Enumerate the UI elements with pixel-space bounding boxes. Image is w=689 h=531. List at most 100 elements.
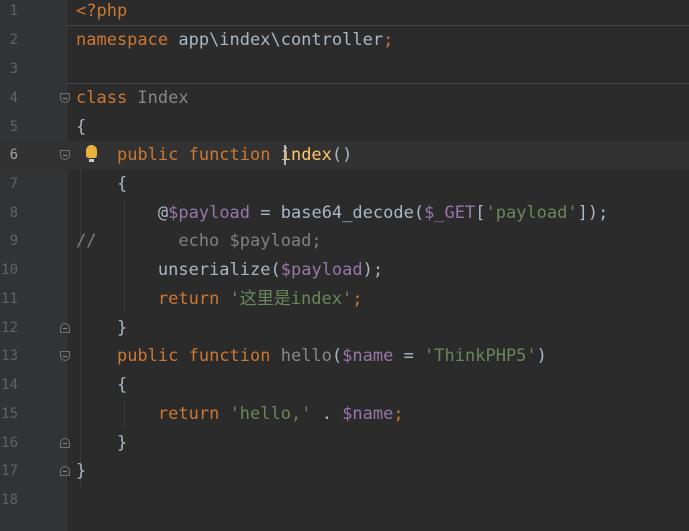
code-text[interactable]: } — [76, 429, 127, 458]
punctuation: ; — [352, 289, 363, 309]
code-line[interactable]: 17 } — [0, 457, 689, 486]
code-line[interactable]: 14 { — [0, 371, 689, 400]
variable: $name — [342, 404, 394, 424]
line-number: 16 — [1, 435, 18, 451]
code-line[interactable]: 2 namespace app\index\controller; — [0, 26, 689, 55]
code-line[interactable]: 5 { — [0, 113, 689, 142]
brace: } — [76, 461, 87, 481]
code-text[interactable]: public function hello($name = 'ThinkPHP5… — [76, 342, 547, 371]
variable: $payload — [280, 260, 363, 280]
brace: { — [116, 174, 128, 194]
keyword: return — [157, 404, 220, 424]
keyword: return — [157, 289, 220, 309]
code-text[interactable]: } — [76, 314, 127, 343]
line-number: 15 — [1, 406, 18, 422]
punctuation: ( — [331, 346, 343, 366]
line-number: 7 — [9, 176, 18, 192]
line-number: 1 — [9, 3, 18, 19]
operator: . — [311, 404, 343, 424]
line-number: 17 — [1, 463, 18, 479]
code-line[interactable]: 7 { — [0, 170, 689, 199]
fold-icon[interactable] — [60, 93, 70, 103]
line-number: 18 — [1, 492, 18, 508]
code-line[interactable]: 12 } — [0, 314, 689, 343]
line-number: 3 — [9, 61, 18, 77]
punctuation: ; — [383, 30, 394, 50]
code-line[interactable]: 13 public function hello($name = 'ThinkP… — [0, 342, 689, 371]
fold-icon[interactable] — [60, 351, 70, 361]
class-name: Index — [127, 88, 189, 108]
text-caret — [284, 145, 286, 165]
code-text[interactable]: // echo $payload; — [76, 227, 322, 256]
line-number: 11 — [1, 291, 18, 307]
code-text[interactable]: { — [76, 371, 127, 400]
variable: $payload — [168, 203, 251, 223]
code-line[interactable]: 10 unserialize($payload); — [0, 256, 689, 285]
code-line[interactable]: 3 — [0, 55, 689, 84]
php-open-tag: <?php — [76, 1, 128, 21]
code-line[interactable]: 18 — [0, 486, 689, 515]
fold-icon[interactable] — [60, 438, 70, 448]
punctuation: ( — [413, 203, 425, 223]
code-text[interactable]: { — [76, 113, 86, 142]
string-literal: '这里是index' — [229, 289, 353, 309]
namespace-path: app\index\controller — [168, 30, 384, 50]
code-text[interactable]: <?php — [76, 0, 127, 26]
line-number: 8 — [9, 205, 18, 221]
code-line[interactable]: 8 @$payload = base64_decode($_GET['paylo… — [0, 199, 689, 228]
string-literal: 'hello,' — [229, 404, 312, 424]
fold-icon[interactable] — [60, 150, 70, 160]
keyword: public function — [116, 346, 271, 366]
string-literal: 'payload' — [485, 203, 578, 223]
keyword: class — [76, 88, 128, 108]
code-text[interactable]: unserialize($payload); — [76, 256, 383, 285]
punctuation: ( — [270, 260, 281, 280]
function-call: unserialize — [157, 260, 271, 280]
code-text[interactable]: @$payload = base64_decode($_GET['payload… — [76, 199, 608, 228]
code-text[interactable]: } — [76, 457, 86, 486]
code-text[interactable]: return 'hello,' . $name; — [76, 400, 404, 429]
code-text[interactable]: class Index — [76, 84, 189, 113]
line-number: 6 — [9, 147, 18, 163]
code-line-current[interactable]: 6 public function index() — [0, 141, 689, 170]
parens: () — [331, 145, 353, 165]
code-text[interactable]: namespace app\index\controller; — [76, 26, 393, 55]
operator: = — [250, 203, 281, 223]
fold-icon[interactable] — [60, 323, 70, 333]
function-name: index — [270, 145, 332, 165]
function-name: hello — [270, 346, 332, 366]
code-line[interactable]: 16 } — [0, 429, 689, 458]
code-line[interactable]: 11 return '这里是index'; — [0, 285, 689, 314]
brace: } — [116, 318, 128, 338]
keyword: public function — [116, 145, 271, 165]
punctuation: ]); — [577, 203, 609, 223]
string-literal: 'ThinkPHP5' — [424, 346, 537, 366]
line-number: 4 — [9, 90, 18, 106]
code-line[interactable]: 9 // echo $payload; — [0, 227, 689, 256]
operator: = — [393, 346, 425, 366]
code-editor[interactable]: 1 <?php 2 namespace app\index\controller… — [0, 0, 689, 531]
punctuation: ); — [362, 260, 384, 280]
brace: { — [116, 375, 128, 395]
fold-icon[interactable] — [60, 466, 70, 476]
code-text[interactable]: return '这里是index'; — [76, 285, 363, 314]
punctuation: [ — [475, 203, 486, 223]
code-text[interactable]: { — [76, 170, 127, 199]
code-line[interactable]: 1 <?php — [0, 0, 689, 26]
line-number: 2 — [9, 32, 18, 48]
variable: $name — [342, 346, 394, 366]
keyword: namespace — [76, 30, 169, 50]
code-text[interactable]: public function index() — [76, 141, 352, 170]
brace: { — [76, 117, 87, 137]
punctuation: ; — [393, 404, 404, 424]
code-line[interactable]: 4 class Index — [0, 84, 689, 113]
line-number: 9 — [9, 233, 18, 249]
line-number: 5 — [9, 119, 18, 135]
code-line[interactable]: 15 return 'hello,' . $name; — [0, 400, 689, 429]
